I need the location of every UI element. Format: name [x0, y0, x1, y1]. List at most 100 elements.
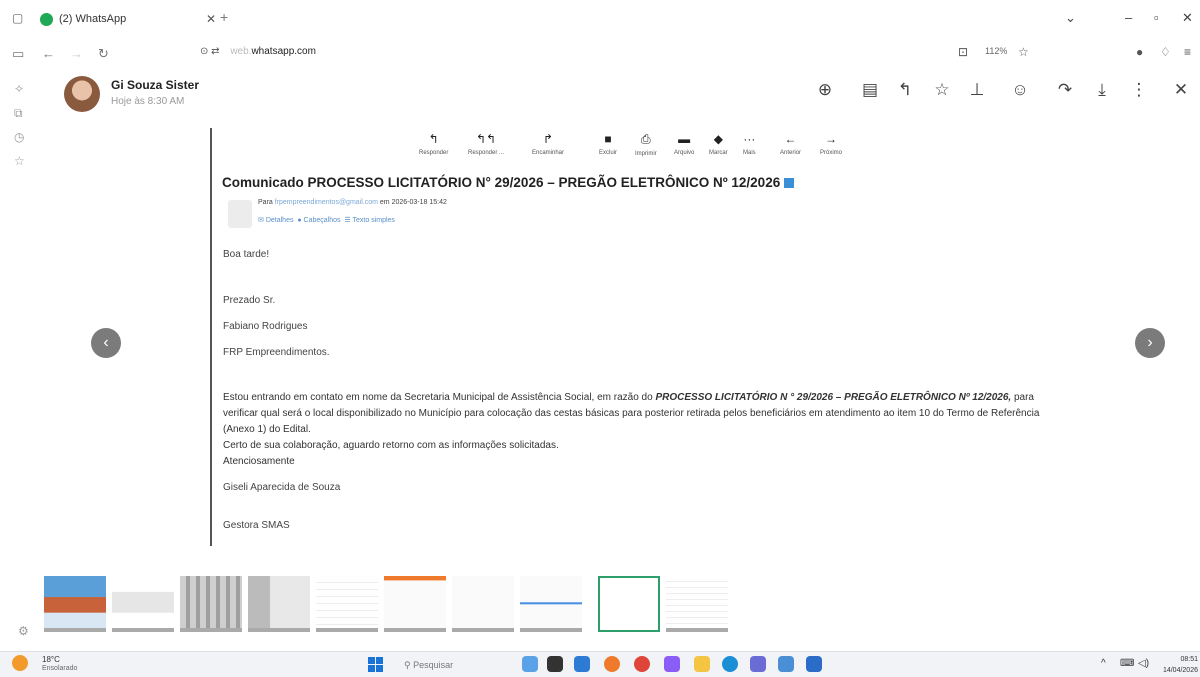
next-media-button[interactable]: › — [1135, 328, 1165, 358]
back-button[interactable]: ← — [42, 46, 55, 61]
clock-date: 14/04/2026 — [1162, 667, 1198, 674]
date-prefix: em — [379, 199, 390, 206]
media-thumbnail[interactable] — [112, 576, 174, 632]
emoji-icon[interactable]: ☺ — [1009, 80, 1031, 100]
maximize-button[interactable]: ▫ — [1154, 10, 1159, 25]
system-clock[interactable]: 08:51 14/04/2026 — [1160, 654, 1198, 676]
details-icon: ✉ — [258, 217, 264, 224]
zoom-level[interactable]: 112% — [985, 46, 1007, 56]
new-tab-button[interactable]: + — [220, 9, 228, 25]
download-indicator-icon[interactable]: ⊡ — [958, 45, 968, 59]
to-address: frpempreendimentos@gmail.com — [274, 199, 378, 206]
media-thumbnail[interactable] — [452, 576, 514, 632]
email-tool-label: Arquivo — [674, 150, 695, 156]
media-thumbnail[interactable] — [248, 576, 310, 632]
taskbar-app-icon[interactable] — [604, 656, 620, 672]
favorites-icon[interactable]: ☆ — [14, 154, 25, 168]
star-icon[interactable]: ☆ — [931, 80, 953, 100]
signature-role: Gestora SMAS — [223, 520, 290, 531]
favorite-star-icon[interactable]: ☆ — [1018, 45, 1029, 59]
browser-menu-icon[interactable]: ≡ — [1184, 45, 1191, 59]
media-thumbnail-selected[interactable] — [598, 576, 660, 632]
address-bar: ▭ ← → ↻ ⊙ ⇄ web.whatsapp.com ⊡ 112% ☆ ● … — [0, 34, 1200, 72]
clock-time: 08:51 — [1180, 656, 1198, 663]
taskbar-app-icon[interactable] — [664, 656, 680, 672]
email-date: 2026-03-18 15:42 — [391, 199, 447, 206]
taskbar-app-icon[interactable] — [547, 656, 563, 672]
taskbar-app-icon[interactable] — [750, 656, 766, 672]
plain-text-icon: ☰ — [344, 217, 351, 224]
email-tool-label: Encaminhar — [532, 150, 565, 156]
collections-icon[interactable]: ⧉ — [14, 106, 23, 121]
url-field[interactable]: ⊙ ⇄ web.whatsapp.com — [200, 46, 316, 57]
email-tool-more: ··· Mais — [743, 132, 756, 156]
settings-gear-icon[interactable]: ⚙ — [18, 624, 29, 638]
sidebar-toggle-icon[interactable]: ▭ — [12, 46, 24, 62]
zoom-in-icon[interactable]: ⊕ — [814, 80, 836, 100]
email-tool-label: Próximo — [820, 150, 843, 156]
headers-icon: ● — [297, 217, 302, 224]
network-icon[interactable]: ⌨ — [1120, 658, 1134, 669]
media-thumbnail[interactable] — [44, 576, 106, 632]
arrow-right-icon: → — [825, 132, 837, 146]
message-icon[interactable]: ▤ — [859, 80, 881, 100]
email-tool-reply: ↰ Responder — [419, 132, 448, 156]
email-subject: Comunicado PROCESSO LICITATÓRIO N° 29/20… — [222, 175, 795, 190]
media-thumbnail[interactable] — [316, 576, 378, 632]
windows-start-icon[interactable] — [368, 657, 383, 672]
forward-icon[interactable]: ↷ — [1054, 80, 1076, 100]
sender-name: Gi Souza Sister — [111, 78, 200, 92]
search-placeholder: Pesquisar — [413, 660, 454, 670]
pin-icon[interactable]: ⊥ — [966, 80, 988, 100]
edge-browser-icon[interactable] — [722, 656, 738, 672]
download-icon[interactable]: ⤓ — [1091, 80, 1113, 100]
avatar[interactable] — [64, 76, 100, 112]
email-tool-tag: ◆ Marcar — [709, 132, 728, 156]
close-window-button[interactable]: ✕ — [1182, 10, 1193, 26]
taskbar-app-icon[interactable] — [574, 656, 590, 672]
browser-tab-strip: ▢ (2) WhatsApp ✕ + ⌄ – ▫ ✕ — [0, 0, 1200, 34]
email-header-links: ✉ Detalhes ● Cabeçalhos ☰ Texto simples — [258, 216, 395, 224]
media-thumbnail[interactable] — [520, 576, 582, 632]
weather-description: Ensolarado — [42, 665, 78, 672]
media-thumbnail[interactable] — [180, 576, 242, 632]
search-icon: ⚲ — [404, 660, 414, 670]
paragraph-text-1: Estou entrando em contato em nome da Sec… — [223, 392, 656, 403]
tray-chevron-icon[interactable]: ^ — [1101, 658, 1106, 669]
sent-time: Hoje às 8:30 AM — [111, 96, 185, 107]
email-recipient-line: Para frpempreendimentos@gmail.com em 202… — [258, 199, 447, 206]
tab-actions-icon[interactable]: ▢ — [12, 11, 23, 25]
closing-line: Certo de sua colaboração, aguardo retorn… — [223, 440, 559, 451]
close-viewer-icon[interactable]: ✕ — [1170, 80, 1192, 100]
copilot-icon[interactable]: ✧ — [14, 82, 24, 96]
email-tool-reply-all: ↰↰ Responder ... — [468, 132, 504, 156]
print-icon: ⎙ — [641, 132, 651, 146]
weather-sun-icon[interactable] — [12, 655, 28, 671]
minimize-button[interactable]: – — [1125, 10, 1132, 25]
notifications-icon[interactable]: ♢ — [1160, 45, 1171, 59]
email-tool-print: ⎙ Imprimir — [635, 132, 657, 157]
media-thumbnail[interactable] — [666, 576, 728, 632]
taskbar-app-icon[interactable] — [806, 656, 822, 672]
url-subdomain: web. — [230, 46, 252, 57]
media-thumbnail[interactable] — [384, 576, 446, 632]
tab-whatsapp[interactable]: (2) WhatsApp ✕ — [36, 6, 216, 32]
profile-icon[interactable]: ● — [1136, 45, 1143, 59]
trash-icon: ■ — [604, 132, 612, 146]
taskbar-search[interactable]: ⚲ Pesquisar — [396, 656, 488, 674]
volume-icon[interactable]: ◁) — [1138, 658, 1149, 669]
forward-button[interactable]: → — [70, 46, 83, 61]
folder-icon[interactable] — [694, 656, 710, 672]
site-info-icon[interactable]: ⊙ ⇄ — [200, 46, 220, 57]
taskbar-app-icon[interactable] — [522, 656, 538, 672]
reply-icon[interactable]: ↰ — [894, 80, 916, 100]
history-icon[interactable]: ◷ — [14, 130, 24, 144]
taskbar-app-icon[interactable] — [634, 656, 650, 672]
close-tab-icon[interactable]: ✕ — [206, 12, 216, 26]
refresh-button[interactable]: ↻ — [98, 46, 109, 62]
more-options-icon[interactable]: ⋮ — [1128, 80, 1150, 100]
email-tool-label: Mais — [743, 150, 756, 156]
previous-media-button[interactable]: ‹ — [91, 328, 121, 358]
tab-list-chevron-icon[interactable]: ⌄ — [1065, 10, 1076, 26]
taskbar-app-icon[interactable] — [778, 656, 794, 672]
